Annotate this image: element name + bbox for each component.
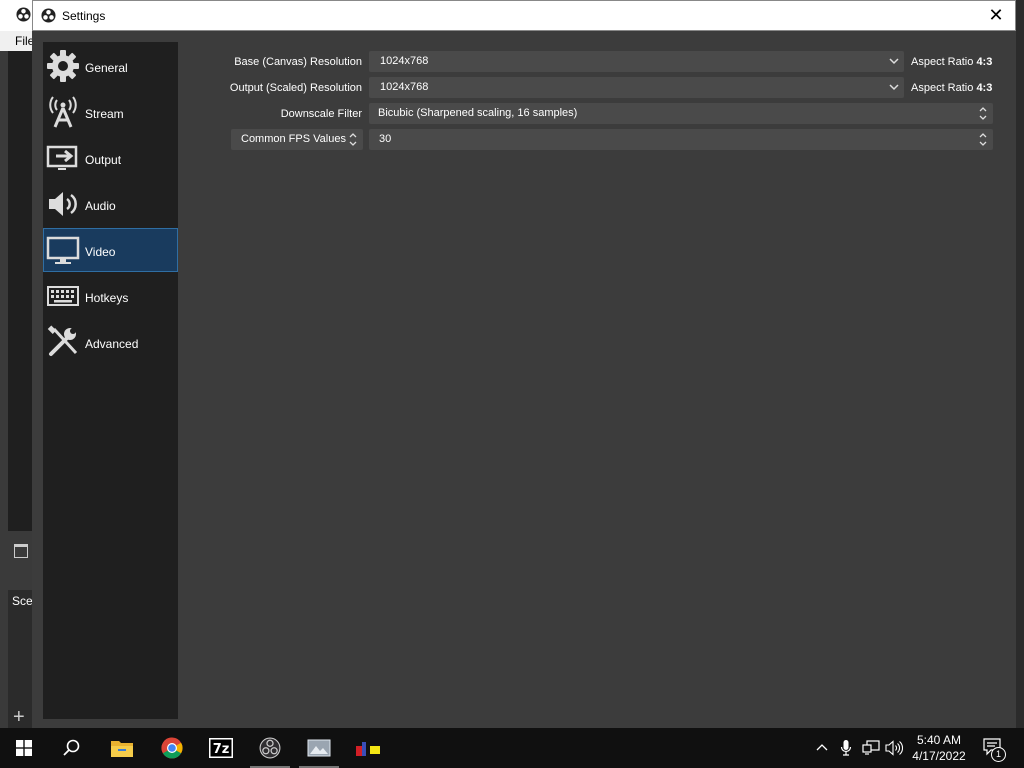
output-resolution-combobox[interactable]: 1024x768 <box>369 77 904 98</box>
fps-value: 30 <box>379 133 392 145</box>
output-resolution-value: 1024x768 <box>380 81 429 93</box>
output-resolution-label: Output (Scaled) Resolution <box>229 82 362 94</box>
taskbar-file-explorer[interactable] <box>98 728 146 768</box>
network-icon[interactable] <box>862 740 880 756</box>
chevron-down-icon <box>889 58 899 65</box>
sidebar-item-video[interactable]: Video <box>43 228 178 272</box>
downscale-filter-combobox[interactable]: Bicubic (Sharpened scaling, 16 samples) <box>369 103 993 124</box>
add-scene-icon[interactable]: + <box>13 707 25 727</box>
7zip-icon: 7z <box>209 738 233 758</box>
taskbar-obs[interactable] <box>246 728 294 768</box>
clock-time: 5:40 AM <box>916 733 962 747</box>
file-explorer-icon <box>111 741 133 757</box>
output-aspect-ratio: Aspect Ratio 4:3 <box>911 82 993 94</box>
background-obs-window: File Scenes + <box>0 0 34 728</box>
sidebar-item-label: Hotkeys <box>85 291 129 305</box>
background-preview <box>8 51 32 531</box>
sidebar-item-output[interactable]: Output <box>43 136 178 180</box>
notification-count-badge: 1 <box>991 747 1006 762</box>
search-icon <box>63 739 80 756</box>
updown-arrows-icon <box>979 133 987 146</box>
taskbar-image-viewer[interactable] <box>295 728 343 768</box>
downscale-filter-value: Bicubic (Sharpened scaling, 16 samples) <box>378 107 578 119</box>
settings-dialog: Settings ✕ General Stream Output Audio V… <box>32 0 1016 728</box>
base-aspect-ratio: Aspect Ratio 4:3 <box>911 56 993 68</box>
gear-icon <box>47 50 79 82</box>
sidebar-item-label: Audio <box>85 199 116 213</box>
sidebar-item-label: Stream <box>85 107 124 121</box>
app-icon <box>356 742 380 756</box>
taskbar-clock[interactable]: 5:40 AM 4/17/2022 <box>905 732 973 764</box>
search-button[interactable] <box>48 728 96 768</box>
keyboard-icon <box>47 286 79 306</box>
settings-sidebar: General Stream Output Audio Video Hotkey… <box>43 42 178 719</box>
image-viewer-icon <box>307 739 331 757</box>
windows-taskbar: 7z 5:40 AM 4/17/2022 1 <box>0 728 1024 768</box>
start-button[interactable] <box>0 728 48 768</box>
microphone-icon[interactable] <box>840 739 852 757</box>
scenes-panel-title: Scenes <box>12 594 32 608</box>
dialog-title: Settings <box>62 9 106 23</box>
taskbar-chrome[interactable] <box>148 728 196 768</box>
volume-icon[interactable] <box>885 740 903 756</box>
updown-arrows-icon <box>979 107 987 120</box>
chevron-down-icon <box>889 84 899 91</box>
show-hidden-icons-icon[interactable] <box>816 742 828 754</box>
taskbar-7zip[interactable]: 7z <box>197 728 245 768</box>
dialog-titlebar: Settings ✕ <box>32 0 1016 31</box>
close-icon: ✕ <box>988 5 1004 25</box>
close-button[interactable]: ✕ <box>977 1 1015 30</box>
base-resolution-label: Base (Canvas) Resolution <box>234 56 362 68</box>
fps-type-combobox[interactable]: Common FPS Values <box>231 129 363 150</box>
tools-icon <box>47 325 78 356</box>
sidebar-item-general[interactable]: General <box>43 44 178 88</box>
broadcast-tower-icon <box>49 96 77 128</box>
svg-text:7z: 7z <box>213 742 230 757</box>
base-resolution-combobox[interactable]: 1024x768 <box>369 51 904 72</box>
fps-value-combobox[interactable]: 30 <box>369 129 993 150</box>
monitor-icon <box>46 236 80 264</box>
obs-logo-icon <box>16 7 31 22</box>
start-icon <box>16 740 32 756</box>
sidebar-item-label: Output <box>85 153 122 167</box>
sidebar-item-advanced[interactable]: Advanced <box>43 320 178 364</box>
clock-date: 4/17/2022 <box>912 749 966 763</box>
downscale-filter-label: Downscale Filter <box>280 108 362 120</box>
sidebar-item-hotkeys[interactable]: Hotkeys <box>43 274 178 318</box>
obs-logo-icon <box>41 8 56 23</box>
output-monitor-icon <box>46 145 78 170</box>
updown-arrows-icon <box>349 133 357 146</box>
sidebar-item-label: Video <box>85 245 116 259</box>
notification-center-button[interactable]: 1 <box>983 738 1007 762</box>
sidebar-item-audio[interactable]: Audio <box>43 182 178 226</box>
taskbar-app[interactable] <box>344 728 392 768</box>
background-titlebar <box>0 0 32 31</box>
obs-icon <box>259 737 281 759</box>
sidebar-item-label: General <box>85 61 128 75</box>
base-resolution-value: 1024x768 <box>380 55 429 67</box>
fps-type-value: Common FPS Values <box>241 133 346 145</box>
sidebar-item-stream[interactable]: Stream <box>43 90 178 134</box>
background-right-edge <box>1016 0 1024 728</box>
speaker-icon <box>49 192 77 216</box>
window-icon[interactable] <box>14 544 28 558</box>
chrome-icon <box>161 737 183 759</box>
sidebar-item-label: Advanced <box>85 337 139 351</box>
